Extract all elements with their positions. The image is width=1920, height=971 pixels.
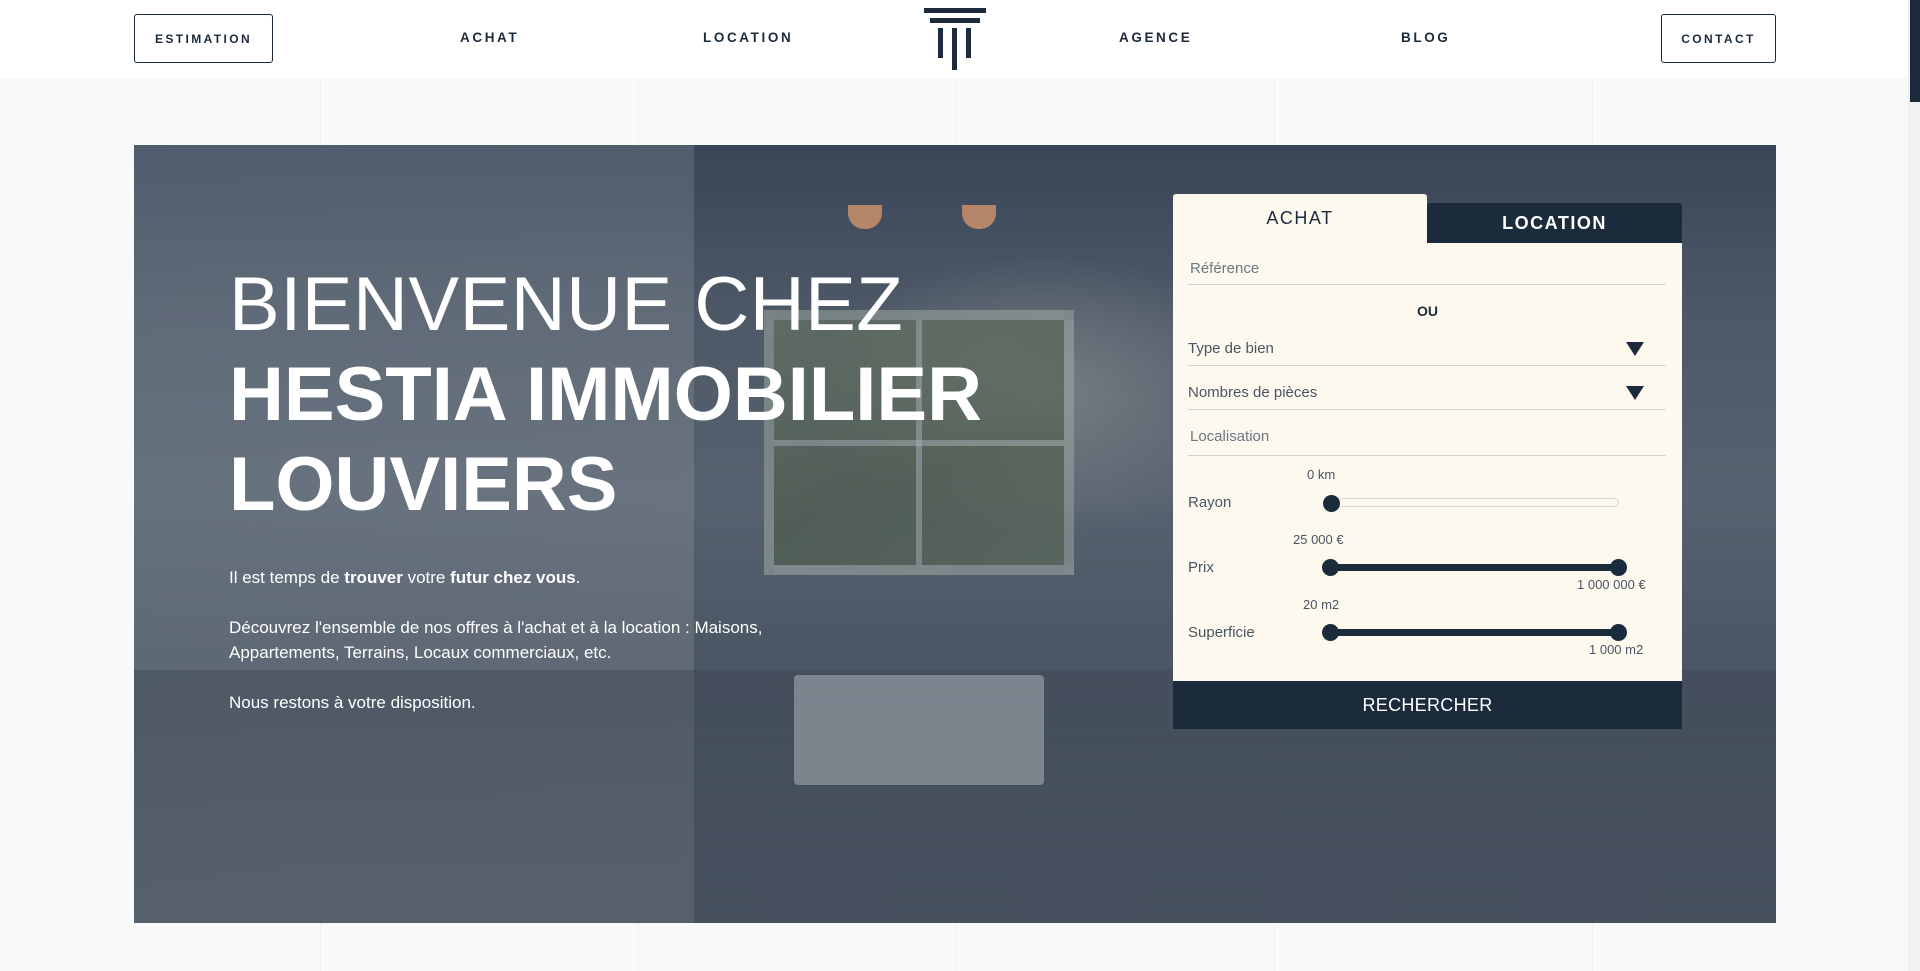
estimation-button[interactable]: ESTIMATION [134,14,273,63]
prix-slider-range [1323,564,1619,571]
prix-min-value: 25 000 € [1293,532,1344,547]
contact-button[interactable]: CONTACT [1661,14,1776,63]
hero-title: BIENVENUE CHEZ HESTIA IMMOBILIER LOUVIER… [229,260,982,530]
greek-column-icon[interactable] [924,8,986,70]
ou-separator: OU [1417,303,1438,319]
nombres-pieces-select[interactable]: Nombres de pièces [1188,384,1666,410]
prix-max-value: 1 000 000 € [1577,577,1646,592]
superficie-min-handle[interactable] [1322,624,1339,641]
localisation-placeholder: Localisation [1190,428,1270,445]
hero-title-line3: LOUVIERS [229,442,618,527]
reference-placeholder: Référence [1190,260,1260,277]
intro-bold-trouver: trouver [344,568,403,587]
type-de-bien-select[interactable]: Type de bien [1188,340,1666,366]
hero-intro: Il est temps de trouver votre futur chez… [229,565,849,590]
hero-banner: BIENVENUE CHEZ HESTIA IMMOBILIER LOUVIER… [134,145,1776,923]
intro-middle: votre [402,568,451,587]
hero-title-line1: BIENVENUE CHEZ [229,262,904,347]
prix-label: Prix [1188,559,1214,576]
rechercher-button[interactable]: RECHERCHER [1173,681,1682,729]
lamp-decor [962,205,996,229]
rayon-slider[interactable] [1323,495,1619,512]
prix-slider[interactable] [1322,559,1627,576]
reference-input[interactable]: Référence [1188,260,1666,285]
hero-disposition-text: Nous restons à votre disposition. [229,693,476,712]
tab-location[interactable]: LOCATION [1427,203,1682,243]
superficie-slider[interactable] [1322,624,1627,641]
intro-suffix: . [575,568,581,587]
dropdown-arrow-icon [1626,386,1644,400]
superficie-slider-range [1323,629,1619,636]
prix-max-handle[interactable] [1610,559,1627,576]
nombres-pieces-label: Nombres de pièces [1188,384,1318,401]
rayon-label: Rayon [1188,494,1232,511]
lamp-decor [848,205,882,229]
hero-offers-text: Découvrez l'ensemble de nos offres à l'a… [229,618,763,662]
scrollbar-thumb[interactable] [1910,0,1920,102]
superficie-max-handle[interactable] [1610,624,1627,641]
nav-agence[interactable]: AGENCE [1119,30,1192,45]
nav-blog[interactable]: BLOG [1401,30,1450,45]
intro-prefix: Il est temps de [229,568,345,587]
superficie-min-value: 20 m2 [1303,597,1340,612]
rayon-value: 0 km [1307,467,1336,482]
rayon-slider-handle[interactable] [1323,495,1340,512]
dropdown-arrow-icon [1626,342,1644,356]
superficie-max-value: 1 000 m2 [1589,642,1644,657]
superficie-label: Superficie [1188,624,1255,641]
type-de-bien-label: Type de bien [1188,340,1274,357]
nav-achat[interactable]: ACHAT [460,30,519,45]
tab-achat[interactable]: ACHAT [1173,194,1427,243]
localisation-input[interactable]: Localisation [1188,428,1666,456]
prix-min-handle[interactable] [1322,559,1339,576]
page-scrollbar[interactable] [1908,0,1920,971]
search-form: Référence OU Type de bien Nombres de piè… [1173,243,1682,729]
intro-bold-futur: futur chez vous [450,568,576,587]
nav-location[interactable]: LOCATION [703,30,793,45]
hero-description: Il est temps de trouver votre futur chez… [229,565,849,740]
site-header: ESTIMATION ACHAT LOCATION AGENCE BLOG CO… [0,0,1908,78]
hero-title-line2: HESTIA IMMOBILIER [229,352,982,437]
